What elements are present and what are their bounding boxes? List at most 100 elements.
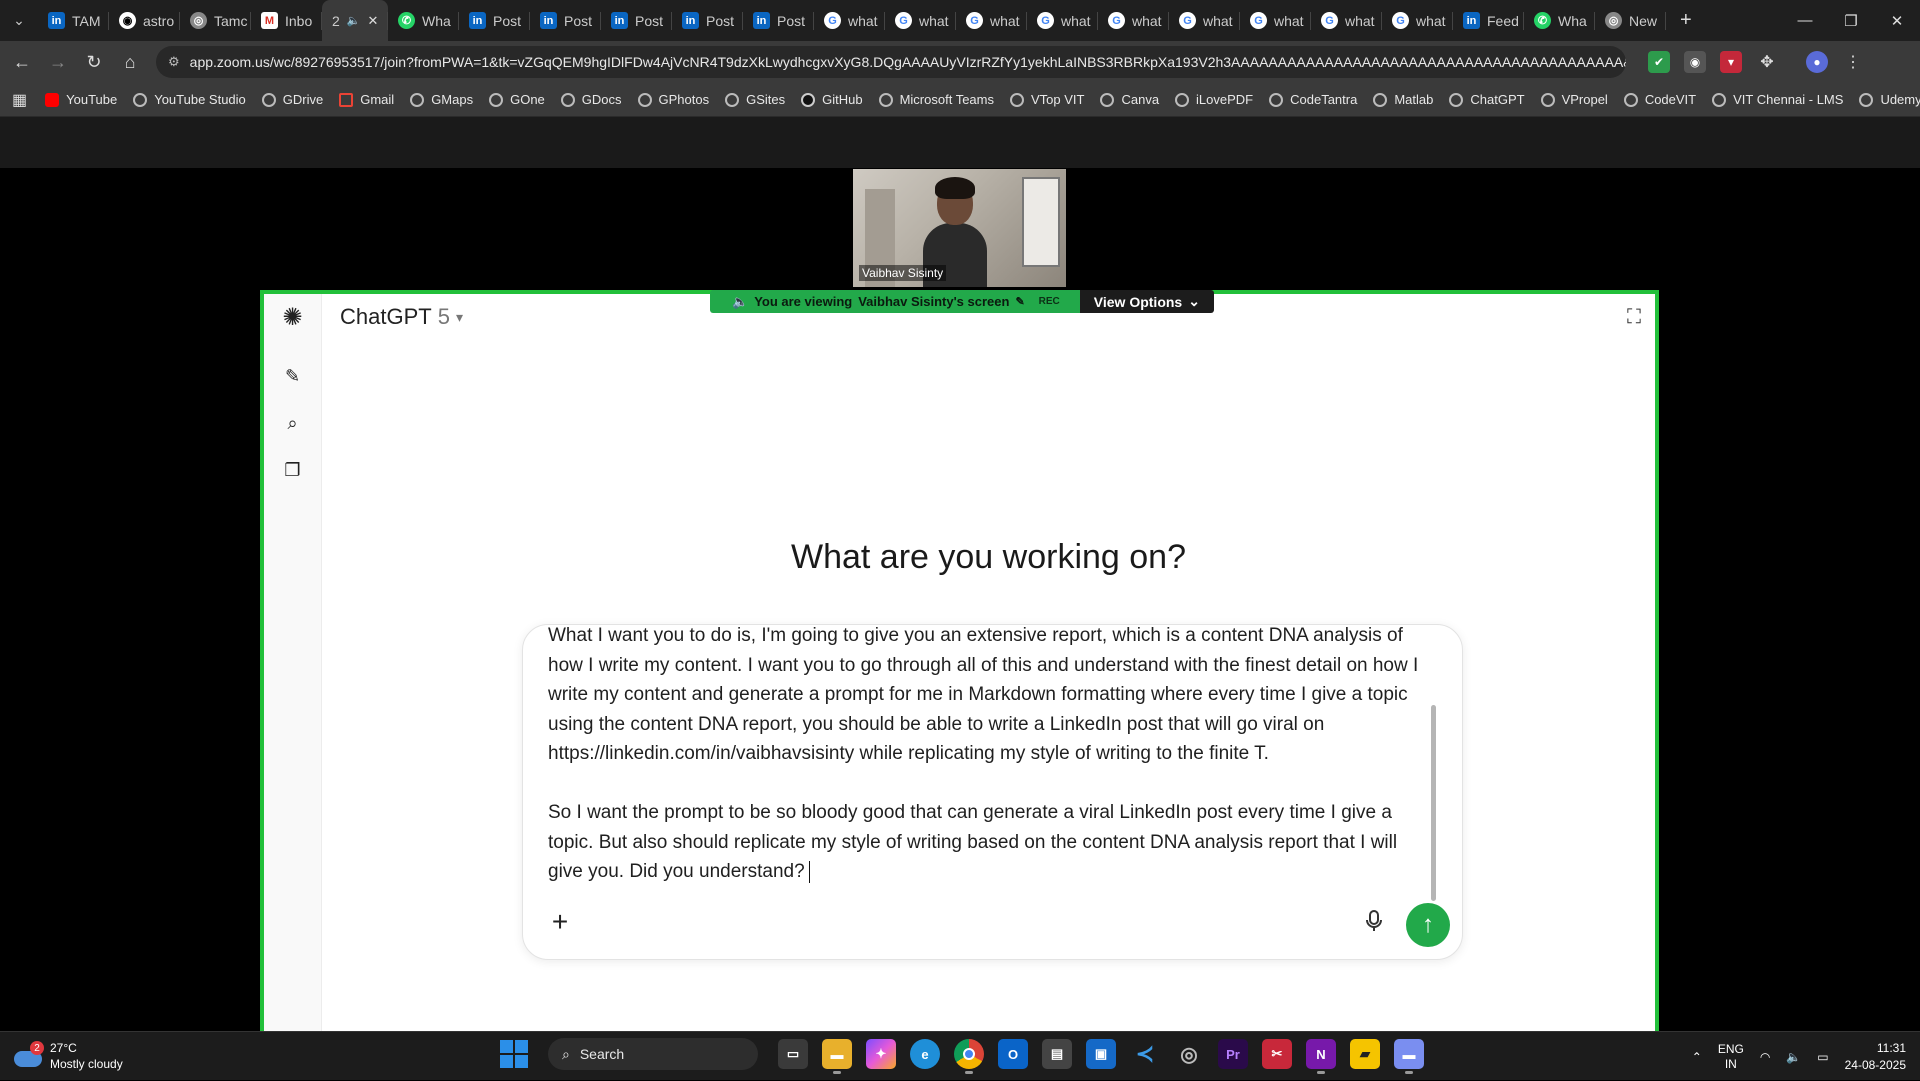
app-circle-icon[interactable]: ◎ — [1174, 1039, 1204, 1069]
minimize-icon[interactable]: — — [1782, 0, 1828, 41]
bookmark-item[interactable]: VIT Chennai - LMS — [1704, 92, 1851, 107]
fullscreen-expand-icon[interactable]: ⛶ — [1627, 306, 1641, 329]
snipping-icon[interactable]: ✂ — [1262, 1039, 1292, 1069]
bookmark-item[interactable]: VTop VIT — [1002, 92, 1092, 107]
new-tab-plus-icon[interactable]: + — [1680, 9, 1692, 32]
outlook-icon[interactable]: O — [998, 1039, 1028, 1069]
shield-extension-icon[interactable]: ✔ — [1648, 51, 1670, 73]
tab-audio-icon[interactable]: 🔈 — [347, 14, 361, 27]
edge-icon[interactable]: e — [910, 1039, 940, 1069]
bookmark-item[interactable]: GSites — [717, 92, 793, 107]
task-view-icon[interactable]: ▭ — [778, 1039, 808, 1069]
browser-tab[interactable]: in Post — [601, 0, 672, 41]
bookmark-item[interactable]: Microsoft Teams — [871, 92, 1002, 107]
bookmark-item[interactable]: YouTube — [37, 92, 125, 107]
composer-scrollbar[interactable] — [1431, 705, 1436, 901]
browser-tab[interactable]: in Post — [459, 0, 530, 41]
bookmark-item[interactable]: ChatGPT — [1441, 92, 1532, 107]
pocket-extension-icon[interactable]: ▾ — [1720, 51, 1742, 73]
puzzle-extensions-icon[interactable]: ✥ — [1756, 51, 1778, 73]
participant-video[interactable]: Vaibhav Sisinty — [853, 169, 1066, 287]
browser-tab[interactable]: in Feed — [1453, 0, 1524, 41]
copilot-icon[interactable]: ✦ — [866, 1039, 896, 1069]
browser-tab[interactable]: 2 🔈 ✕ — [322, 0, 388, 41]
address-bar[interactable]: ⚙ app.zoom.us/wc/89276953517/join?fromPW… — [156, 46, 1626, 78]
more-menu-icon[interactable]: ⋮ — [1842, 51, 1864, 73]
tray-overflow-icon[interactable]: ⌃ — [1692, 1050, 1702, 1064]
onenote-icon[interactable]: N — [1306, 1039, 1336, 1074]
bookmark-item[interactable]: GitHub — [793, 92, 870, 107]
browser-tab[interactable]: ✆ Wha — [388, 0, 459, 41]
browser-tab[interactable]: Gwhat — [956, 0, 1027, 41]
weather-widget[interactable]: 2 27°C Mostly cloudy — [14, 1040, 123, 1072]
taskbar-search[interactable]: ⌕ Search — [548, 1038, 758, 1070]
app-blue-icon[interactable]: ▣ — [1086, 1039, 1116, 1069]
send-arrow-button[interactable]: ↑ — [1406, 903, 1450, 947]
bookmark-item[interactable]: YouTube Studio — [125, 92, 254, 107]
bookmark-item[interactable]: GPhotos — [630, 92, 718, 107]
clock[interactable]: 11:31 24-08-2025 — [1845, 1040, 1906, 1074]
camera-extension-icon[interactable]: ◉ — [1684, 51, 1706, 73]
close-window-icon[interactable]: ✕ — [1874, 0, 1920, 41]
file-explorer-icon[interactable]: ▬ — [822, 1039, 852, 1074]
forward-arrow-icon[interactable]: → — [40, 52, 76, 73]
browser-tab[interactable]: ◉ astro — [109, 0, 180, 41]
search-chats-icon[interactable]: ⌕ — [280, 410, 306, 436]
prompt-textarea[interactable]: What I want you to do is, I'm going to g… — [548, 625, 1428, 887]
browser-tab[interactable]: Gwhat — [1382, 0, 1453, 41]
sticky-notes-icon[interactable]: ▰ — [1350, 1039, 1380, 1069]
bookmark-item[interactable]: Gmail — [331, 92, 402, 107]
bookmark-item[interactable]: Matlab — [1365, 92, 1441, 107]
microphone-icon[interactable] — [1360, 907, 1388, 935]
restore-icon[interactable]: ❐ — [1828, 0, 1874, 41]
bookmark-item[interactable]: CodeVIT — [1616, 92, 1704, 107]
browser-tab[interactable]: in Post — [743, 0, 814, 41]
browser-tab[interactable]: Gwhat — [1098, 0, 1169, 41]
new-chat-icon[interactable]: ✎ — [280, 363, 306, 389]
bookmark-item[interactable]: Canva — [1092, 92, 1167, 107]
bookmark-item[interactable]: VPropel — [1533, 92, 1616, 107]
store-icon[interactable]: ▤ — [1042, 1039, 1072, 1069]
browser-tab[interactable]: Gwhat — [885, 0, 956, 41]
apps-grid-icon[interactable]: ▦ — [12, 90, 27, 110]
vscode-icon[interactable]: ≺ — [1130, 1039, 1160, 1069]
model-selector[interactable]: ChatGPT 5 ▾ — [340, 304, 463, 330]
back-arrow-icon[interactable]: ← — [4, 52, 40, 73]
browser-tab[interactable]: Gwhat — [1027, 0, 1098, 41]
browser-tab[interactable]: Gwhat — [814, 0, 885, 41]
wifi-icon[interactable]: ◠ — [1760, 1050, 1770, 1064]
browser-tab[interactable]: in Post — [672, 0, 743, 41]
home-icon[interactable]: ⌂ — [112, 52, 148, 73]
chrome-icon[interactable] — [954, 1039, 984, 1074]
bookmark-item[interactable]: CodeTantra — [1261, 92, 1365, 107]
language-indicator[interactable]: ENG IN — [1718, 1042, 1744, 1072]
site-info-icon[interactable]: ⚙ — [168, 54, 180, 70]
attach-plus-icon[interactable]: + — [545, 906, 575, 937]
battery-icon[interactable]: ▭ — [1817, 1050, 1828, 1064]
browser-tab[interactable]: M Inbo — [251, 0, 322, 41]
volume-icon[interactable]: 🔈 — [1786, 1050, 1801, 1064]
browser-tab[interactable]: ◎ Tamc — [180, 0, 251, 41]
bookmark-item[interactable]: GDrive — [254, 92, 331, 107]
library-icon[interactable]: ❐ — [280, 457, 306, 483]
browser-tab[interactable]: Gwhat — [1240, 0, 1311, 41]
chatgpt-logo-icon[interactable]: ✺ — [280, 304, 306, 331]
browser-tab[interactable]: Gwhat — [1169, 0, 1240, 41]
close-tab-icon[interactable]: ✕ — [368, 13, 379, 29]
profile-avatar-icon[interactable]: ● — [1806, 51, 1828, 73]
premiere-icon[interactable]: Pr — [1218, 1039, 1248, 1069]
bookmark-item[interactable]: GOne — [481, 92, 553, 107]
browser-tab[interactable]: in TAM — [38, 0, 109, 41]
bookmark-item[interactable]: GMaps — [402, 92, 481, 107]
view-options-button[interactable]: View Options ⌄ — [1079, 290, 1214, 313]
browser-tab[interactable]: in Post — [530, 0, 601, 41]
browser-tab[interactable]: ◎ New — [1595, 0, 1666, 41]
reload-icon[interactable]: ↻ — [76, 52, 112, 73]
browser-tab[interactable]: Gwhat — [1311, 0, 1382, 41]
browser-tab[interactable]: ✆ Wha — [1524, 0, 1595, 41]
bookmark-item[interactable]: iLovePDF — [1167, 92, 1261, 107]
prompt-composer[interactable]: What I want you to do is, I'm going to g… — [522, 624, 1463, 960]
windows-start-icon[interactable] — [500, 1040, 528, 1068]
zoom-app-icon[interactable]: ▬ — [1394, 1039, 1424, 1074]
bookmark-item[interactable]: GDocs — [553, 92, 630, 107]
